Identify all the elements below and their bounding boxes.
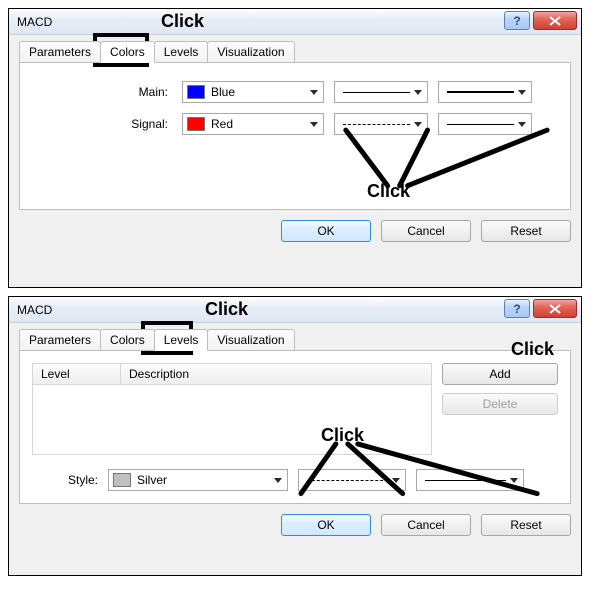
chevron-down-icon <box>310 122 318 127</box>
red-swatch-icon <box>187 117 205 131</box>
main-row: Main: Blue <box>32 81 558 103</box>
chevron-down-icon <box>274 478 282 483</box>
tab-visualization[interactable]: Visualization <box>207 329 294 351</box>
signal-color-value: Red <box>211 117 233 131</box>
reset-button[interactable]: Reset <box>481 220 571 242</box>
dialog-footer: OK Cancel Reset <box>19 220 571 242</box>
macd-dialog-colors: MACD ? Parameters Colors Levels Visualiz… <box>8 8 582 288</box>
close-icon <box>548 304 562 314</box>
tab-colors[interactable]: Colors <box>100 41 155 63</box>
style-color-select[interactable]: Silver <box>108 469 288 491</box>
tab-colors[interactable]: Colors <box>100 329 155 351</box>
ok-button[interactable]: OK <box>281 220 371 242</box>
levels-panel: Level Description Add Delete Style: Silv… <box>19 350 571 504</box>
window-title: MACD <box>17 303 52 317</box>
close-icon <box>548 16 562 26</box>
tab-bar: Parameters Colors Levels Visualization <box>19 329 571 351</box>
reset-button[interactable]: Reset <box>481 514 571 536</box>
style-linestyle-select[interactable] <box>298 469 406 491</box>
levels-table[interactable]: Level Description <box>32 363 432 455</box>
cancel-button[interactable]: Cancel <box>381 220 471 242</box>
style-linewidth-select[interactable] <box>416 469 524 491</box>
main-color-value: Blue <box>211 85 235 99</box>
style-label: Style: <box>32 473 98 487</box>
solid-line-icon <box>343 92 410 93</box>
col-level[interactable]: Level <box>33 364 121 384</box>
col-description[interactable]: Description <box>121 364 431 384</box>
delete-button: Delete <box>442 393 558 415</box>
main-color-select[interactable]: Blue <box>182 81 324 103</box>
bold-line-icon <box>447 91 514 93</box>
style-color-value: Silver <box>137 473 167 487</box>
ok-button[interactable]: OK <box>281 514 371 536</box>
levels-table-header: Level Description <box>33 364 431 385</box>
silver-swatch-icon <box>113 473 131 487</box>
help-button[interactable]: ? <box>504 299 530 318</box>
help-button[interactable]: ? <box>504 11 530 30</box>
titlebar[interactable]: MACD ? <box>9 9 581 35</box>
blue-swatch-icon <box>187 85 205 99</box>
close-button[interactable] <box>533 299 577 318</box>
tab-visualization[interactable]: Visualization <box>207 41 294 63</box>
chevron-down-icon <box>518 90 526 95</box>
tab-parameters[interactable]: Parameters <box>19 329 101 351</box>
signal-label: Signal: <box>32 117 172 131</box>
window-title: MACD <box>17 15 52 29</box>
main-label: Main: <box>32 85 172 99</box>
chevron-down-icon <box>518 122 526 127</box>
chevron-down-icon <box>414 90 422 95</box>
chevron-down-icon <box>414 122 422 127</box>
signal-row: Signal: Red <box>32 113 558 135</box>
add-button[interactable]: Add <box>442 363 558 385</box>
style-row: Style: Silver <box>32 469 558 491</box>
signal-color-select[interactable]: Red <box>182 113 324 135</box>
tab-levels[interactable]: Levels <box>154 41 209 63</box>
signal-linestyle-select[interactable] <box>334 113 428 135</box>
tab-parameters[interactable]: Parameters <box>19 41 101 63</box>
chevron-down-icon <box>310 90 318 95</box>
main-linewidth-select[interactable] <box>438 81 532 103</box>
solid-line-icon <box>447 124 514 125</box>
tab-levels[interactable]: Levels <box>154 329 209 351</box>
chevron-down-icon <box>510 478 518 483</box>
tab-bar: Parameters Colors Levels Visualization <box>19 41 571 63</box>
macd-dialog-levels: MACD ? Parameters Colors Levels Visualiz… <box>8 296 582 576</box>
solid-line-icon <box>425 480 506 481</box>
close-button[interactable] <box>533 11 577 30</box>
chevron-down-icon <box>392 478 400 483</box>
main-linestyle-select[interactable] <box>334 81 428 103</box>
titlebar[interactable]: MACD ? <box>9 297 581 323</box>
dash-line-icon <box>307 480 388 481</box>
colors-panel: Main: Blue Signal: <box>19 62 571 210</box>
signal-linewidth-select[interactable] <box>438 113 532 135</box>
cancel-button[interactable]: Cancel <box>381 514 471 536</box>
dash-line-icon <box>343 124 410 125</box>
dialog-footer: OK Cancel Reset <box>19 514 571 536</box>
